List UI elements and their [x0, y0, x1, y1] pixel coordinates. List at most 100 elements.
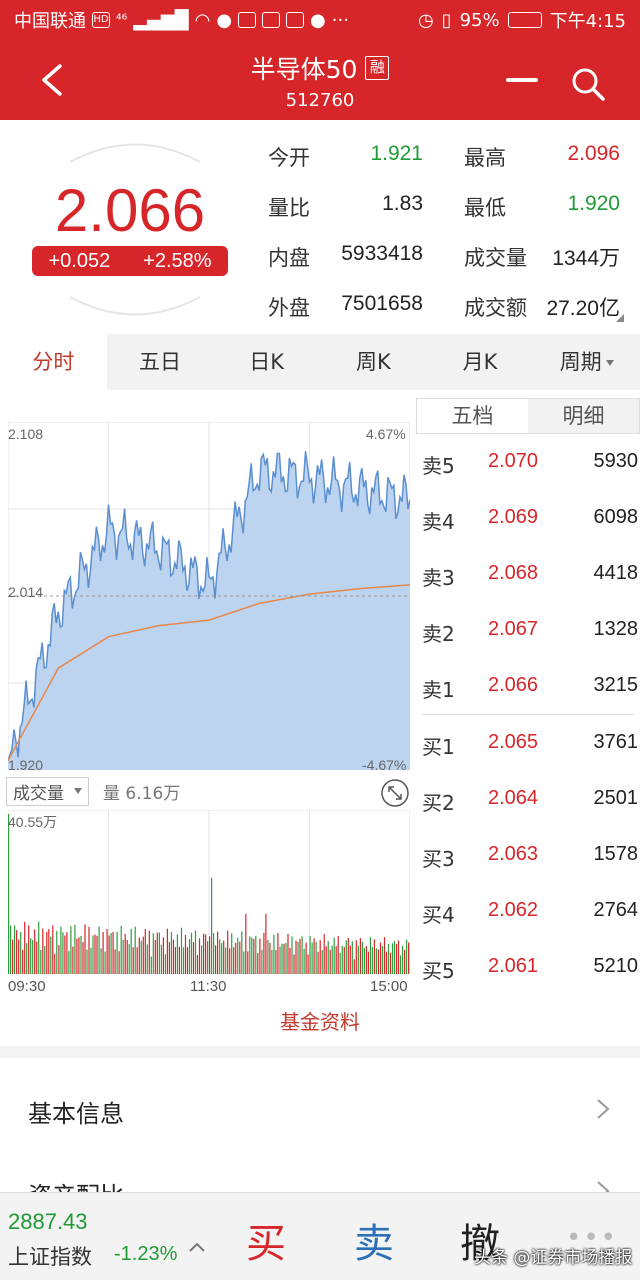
- volume-bar: [217, 931, 219, 974]
- bid-row: 买4 2.062 2764: [416, 883, 640, 939]
- margin-badge: 融: [365, 56, 390, 80]
- volume-bar: [269, 942, 271, 974]
- level-qty: 2764: [593, 899, 639, 921]
- volume-indicator-select[interactable]: 成交量: [6, 776, 89, 806]
- tab-period[interactable]: 周期: [533, 334, 640, 390]
- volume-bar: [20, 932, 22, 974]
- volume-bar: [116, 931, 118, 974]
- index-name[interactable]: 上证指数: [8, 1241, 92, 1271]
- volume-bar: [355, 940, 357, 974]
- volume-bar: [221, 943, 223, 974]
- period-tabs: 分时 五日 日K 周K 月K 周期: [0, 334, 640, 390]
- pct-axis-top: 4.67%: [366, 426, 406, 442]
- page-title: 半导体50: [250, 55, 358, 84]
- volume-bar: [122, 939, 124, 974]
- level-qty: 3215: [593, 674, 639, 696]
- volume-bar: [60, 926, 62, 974]
- quote-label: 最高: [464, 146, 506, 170]
- volume-bar: [203, 933, 205, 974]
- volume-bar: [90, 947, 92, 974]
- volume-bar: [219, 939, 221, 974]
- volume-bar: [333, 937, 335, 974]
- volume-bar: [337, 936, 339, 974]
- volume-bar: [301, 936, 303, 974]
- volume-bar: [311, 942, 313, 974]
- volume-bar: [303, 948, 305, 974]
- volume-bar: [48, 929, 50, 974]
- volume-bar: [194, 930, 197, 974]
- minus-icon[interactable]: [506, 78, 538, 82]
- volume-bar: [156, 932, 158, 974]
- signal-icon: ▂▄▆█: [133, 9, 189, 31]
- volume-bar: [213, 933, 215, 974]
- index-value[interactable]: 2887.43: [8, 1209, 88, 1235]
- app-icon: [238, 12, 257, 28]
- bid-row: 买1 2.065 3761: [416, 715, 640, 771]
- volume-bar: [319, 940, 321, 974]
- tab-daily-k[interactable]: 日K: [213, 334, 320, 390]
- volume-bar: [363, 948, 365, 974]
- tab-five-day[interactable]: 五日: [107, 334, 214, 390]
- volume-bar: [321, 950, 323, 974]
- chevron-up-icon[interactable]: [188, 1241, 206, 1253]
- volume-chart[interactable]: [8, 810, 410, 974]
- level-label: 买1: [422, 735, 455, 759]
- volume-bar: [140, 940, 142, 974]
- wifi-icon: ◠: [194, 9, 211, 31]
- volume-bar: [176, 934, 178, 974]
- quote-value: 2.096: [567, 142, 620, 165]
- volume-bar: [249, 936, 251, 974]
- fullscreen-icon[interactable]: [380, 778, 410, 808]
- expand-corner-icon[interactable]: [616, 314, 624, 322]
- tab-five-levels[interactable]: 五档: [417, 399, 528, 433]
- volume-bar: [84, 924, 86, 974]
- tab-monthly-k[interactable]: 月K: [427, 334, 534, 390]
- volume-bar: [12, 939, 14, 974]
- volume-bar: [102, 932, 104, 974]
- volume-bar: [327, 941, 329, 974]
- volume-bar: [138, 937, 140, 974]
- volume-bar: [100, 948, 102, 974]
- volume-bar: [192, 942, 195, 974]
- list-item-basic-info[interactable]: 基本信息: [0, 1068, 640, 1148]
- volume-bar: [180, 927, 183, 974]
- price-change-pct: +2.58%: [143, 249, 212, 272]
- search-icon[interactable]: [570, 66, 606, 102]
- volume-bar: [44, 945, 46, 974]
- volume-bar: [66, 932, 68, 974]
- volume-bar: [150, 956, 152, 974]
- tab-weekly-k[interactable]: 周K: [320, 334, 427, 390]
- volume-bar: [397, 940, 400, 974]
- level-price: 2.063: [488, 843, 539, 865]
- volume-bar: [255, 935, 257, 974]
- list-item-label: 资产配比: [28, 1176, 124, 1192]
- volume-bar: [299, 938, 301, 974]
- x-axis-label: 15:00: [370, 978, 408, 995]
- volume-bar: [164, 954, 166, 974]
- volume-bar: [98, 926, 100, 974]
- tab-trade-details[interactable]: 明细: [528, 399, 639, 433]
- volume-bar: [152, 933, 154, 974]
- level-price: 2.062: [488, 899, 539, 921]
- watermark: 头条 @证券市场播报: [474, 1248, 633, 1268]
- volume-bar: [345, 940, 347, 974]
- sell-button[interactable]: 卖: [354, 1211, 394, 1269]
- volume-bar: [24, 921, 26, 974]
- volume-bar: [385, 951, 388, 974]
- tab-intraday[interactable]: 分时: [0, 334, 107, 390]
- volume-bar: [201, 945, 203, 974]
- volume-bar: [80, 936, 82, 974]
- volume-bar: [154, 940, 156, 974]
- volume-bar: [16, 930, 18, 974]
- buy-button[interactable]: 买: [246, 1211, 286, 1269]
- volume-bar: [94, 934, 96, 974]
- section-separator: [0, 1046, 640, 1058]
- volume-bar: [297, 941, 299, 974]
- volume-bar: [74, 924, 76, 974]
- price-chart[interactable]: [8, 422, 410, 770]
- volume-bar: [190, 932, 193, 974]
- volume-bar: [329, 949, 331, 974]
- volume-bar: [38, 921, 40, 974]
- volume-bar: [377, 949, 379, 974]
- list-item-asset-allocation[interactable]: 资产配比: [0, 1150, 640, 1192]
